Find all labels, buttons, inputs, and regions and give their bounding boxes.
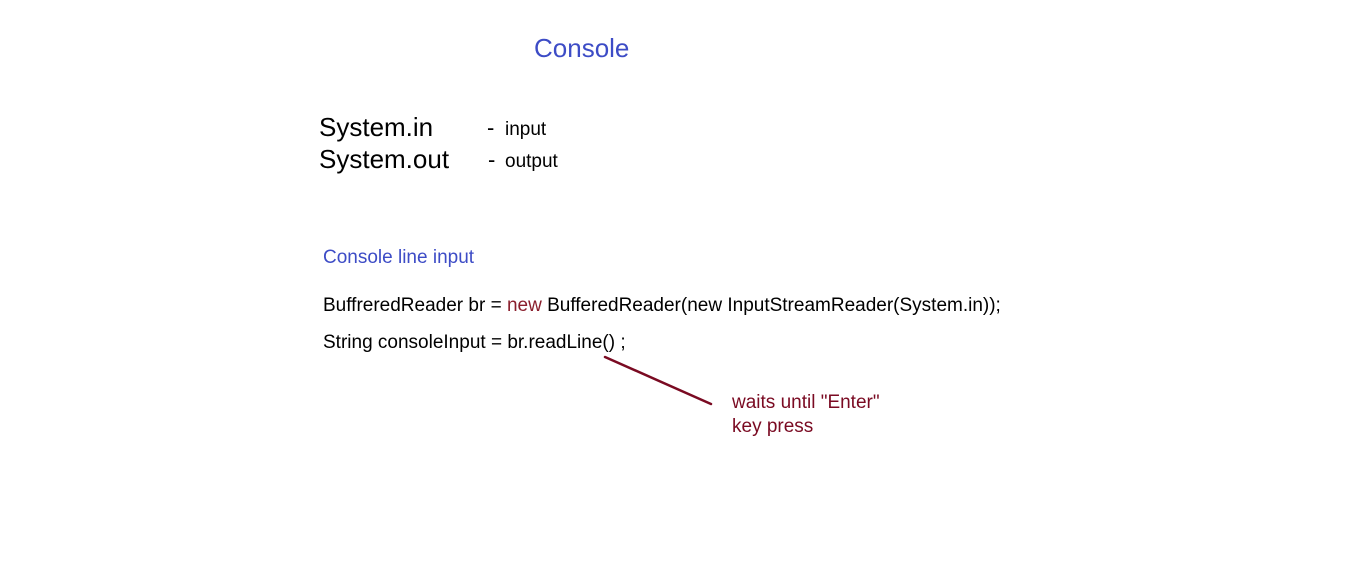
annotation-line-2: key press: [732, 416, 814, 437]
annotation-line-1: waits until "Enter": [732, 392, 880, 413]
annotation-pointer-line: [603, 355, 713, 406]
pointer-line: [603, 355, 713, 406]
annotation-note: waits until "Enter" key press: [732, 391, 952, 439]
